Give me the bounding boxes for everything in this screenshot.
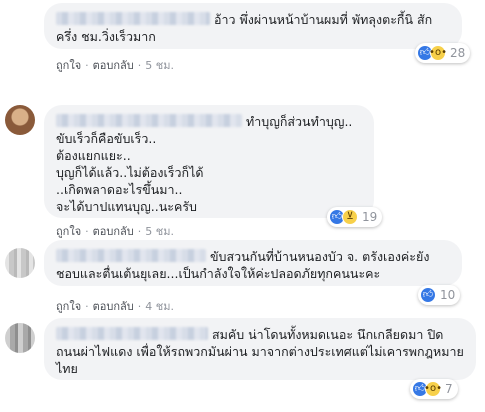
commenter-name[interactable] [56, 327, 208, 340]
separator-dot: · [137, 224, 142, 238]
wow-icon: •o• [424, 381, 442, 397]
separator-dot: · [85, 224, 89, 238]
comment-actions: ถูกใจ · ตอบกลับ · 5 ชม. [56, 222, 174, 240]
wow-icon: •o• [429, 45, 447, 61]
comment-time[interactable]: 5 ชม. [145, 56, 174, 74]
like-link[interactable]: ถูกใจ [56, 297, 81, 315]
reaction-count: 19 [362, 210, 378, 224]
commenter-avatar[interactable] [5, 323, 35, 353]
comment-text: ทำบุญก็ส่วนทำบุญ.. ขับเร็วก็คือขับเร็ว..… [56, 114, 353, 214]
commenter-avatar[interactable] [5, 3, 35, 33]
commenter-avatar[interactable] [5, 105, 35, 135]
comment-actions: ถูกใจ · ตอบกลับ · 4 ชม. [56, 297, 174, 315]
like-link[interactable]: ถูกใจ [56, 222, 81, 240]
comment-bubble: ขับสวนกันที่บ้านหนองบัว จ. ตรังเองค่ะยัง… [44, 240, 462, 286]
reaction-summary[interactable]: 👍︎ 10 [418, 285, 461, 305]
reaction-count: 10 [440, 288, 456, 302]
comment-time[interactable]: 5 ชม. [145, 222, 174, 240]
haha-icon: ⊻ [342, 209, 358, 225]
separator-dot: · [137, 58, 142, 72]
reaction-summary[interactable]: 👍︎ •o• 7 [410, 379, 458, 399]
commenter-name[interactable] [56, 249, 206, 262]
reply-link[interactable]: ตอบกลับ [93, 56, 134, 74]
like-link[interactable]: ถูกใจ [56, 56, 81, 74]
comment-bubble: อ้าว พึ่งผ่านหน้าบ้านผมที่ พัทลุงตะกี้นิ… [44, 3, 462, 49]
commenter-name[interactable] [56, 114, 242, 127]
reaction-count: 7 [445, 382, 453, 396]
separator-dot: · [137, 299, 142, 313]
reply-link[interactable]: ตอบกลับ [93, 222, 134, 240]
comment-bubble: สมคับ น่าโดนทั้งหมดเนอะ นึกเกลียดมา ปิดถ… [44, 318, 476, 380]
separator-dot: · [85, 58, 89, 72]
like-icon: 👍︎ [420, 287, 436, 303]
comment-actions: ถูกใจ · ตอบกลับ · 5 ชม. [56, 56, 174, 74]
commenter-avatar[interactable] [5, 248, 35, 278]
reply-link[interactable]: ตอบกลับ [93, 297, 134, 315]
separator-dot: · [85, 299, 89, 313]
reaction-summary[interactable]: 👍︎ •o• 28 [415, 43, 471, 63]
reaction-count: 28 [450, 46, 466, 60]
commenter-name[interactable] [56, 12, 210, 25]
comment-time[interactable]: 4 ชม. [145, 297, 174, 315]
comments-section: อ้าว พึ่งผ่านหน้าบ้านผมที่ พัทลุงตะกี้นิ… [0, 0, 485, 412]
reaction-summary[interactable]: 👍︎ ⊻ 19 [327, 207, 383, 227]
comment-bubble: ทำบุญก็ส่วนทำบุญ.. ขับเร็วก็คือขับเร็ว..… [44, 105, 374, 218]
